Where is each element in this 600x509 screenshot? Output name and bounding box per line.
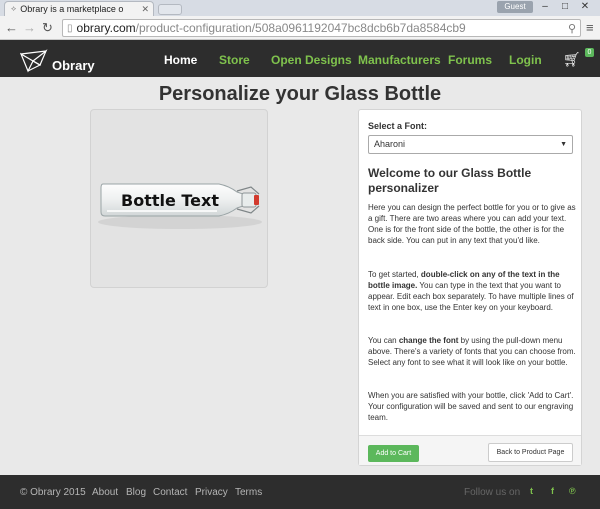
footer-blog[interactable]: Blog — [126, 487, 146, 498]
footer-contact[interactable]: Contact — [153, 487, 187, 498]
footer-privacy[interactable]: Privacy — [195, 487, 228, 498]
personalizer-panel: Select a Font: Aharoni ▼ Welcome to our … — [358, 109, 582, 466]
intro-paragraph: Here you can design the perfect bottle f… — [368, 203, 576, 245]
chevron-down-icon: ▼ — [560, 141, 567, 148]
footer-about[interactable]: About — [92, 487, 118, 498]
back-to-product-button[interactable]: Back to Product Page — [488, 443, 573, 462]
tab-close-icon[interactable]: ✕ — [141, 4, 149, 15]
p2-text: To get started, — [368, 270, 421, 279]
nav-forums[interactable]: Forums — [448, 53, 492, 67]
browser-tabstrip: ⟡ Obrary is a marketplace o ✕ Guest – □ … — [0, 0, 600, 16]
p3-text: You can — [368, 336, 399, 345]
checkout-paragraph: When you are satisfied with your bottle,… — [368, 391, 574, 422]
shopping-cart-icon[interactable]: 🛒︎ — [563, 51, 581, 68]
site-footer: © Obrary 2015 About Blog Contact Privacy… — [0, 475, 600, 509]
close-window-icon[interactable]: ✕ — [578, 1, 592, 13]
guest-profile-badge[interactable]: Guest — [497, 1, 533, 13]
nav-home[interactable]: Home — [164, 53, 197, 67]
site-logo[interactable]: Obrary — [20, 48, 95, 73]
address-bar[interactable]: ▯ obrary.com/product-configuration/508a0… — [62, 19, 581, 37]
page-info-icon[interactable]: ▯ — [67, 23, 73, 34]
nav-login[interactable]: Login — [509, 53, 542, 67]
nav-manufacturers[interactable]: Manufacturers — [358, 53, 441, 67]
page-title: Personalize your Glass Bottle — [158, 83, 442, 105]
browser-menu-icon[interactable]: ≡ — [586, 20, 594, 36]
bottle-preview: Bottle Text — [90, 109, 268, 288]
glass-bottle-image: Bottle Text — [98, 183, 262, 229]
maximize-icon[interactable]: □ — [558, 1, 572, 13]
panel-actions: Add to Cart Back to Product Page — [359, 435, 581, 465]
window-controls: – □ ✕ — [538, 1, 592, 13]
brand-name: Obrary — [52, 58, 95, 73]
search-icon[interactable]: ⚲ — [568, 22, 576, 35]
origami-bird-icon — [20, 48, 48, 72]
url-path: /product-configuration/508a0961192047bc8… — [135, 21, 466, 35]
back-arrow-icon[interactable]: ← — [5, 20, 18, 36]
font-paragraph: You can change the font by using the pul… — [368, 335, 576, 368]
page-favicon-icon: ⟡ — [11, 4, 17, 13]
font-select-value: Aharoni — [374, 139, 406, 149]
footer-terms[interactable]: Terms — [235, 487, 262, 498]
cart-count-badge: 0 — [585, 48, 594, 57]
forward-arrow-icon[interactable]: → — [23, 20, 36, 36]
new-tab-button[interactable] — [158, 4, 182, 15]
pinterest-icon[interactable]: ℗ — [569, 486, 576, 496]
tab-title: Obrary is a marketplace o — [20, 4, 124, 14]
browser-tab[interactable]: ⟡ Obrary is a marketplace o ✕ — [4, 1, 154, 16]
copyright: © Obrary 2015 — [20, 487, 86, 498]
facebook-icon[interactable]: f — [551, 486, 554, 496]
welcome-heading: Welcome to our Glass Bottle personalizer — [368, 166, 532, 195]
bottle-front-text[interactable]: Bottle Text — [121, 191, 219, 210]
twitter-icon[interactable]: t — [530, 486, 533, 496]
nav-store[interactable]: Store — [219, 53, 250, 67]
instructions-paragraph: To get started, double-click on any of t… — [368, 269, 576, 313]
follow-us-label: Follow us on — [464, 487, 521, 498]
p3-bold: change the font — [398, 336, 459, 345]
font-select-label: Select a Font: — [368, 121, 428, 131]
minimize-icon[interactable]: – — [538, 1, 552, 13]
font-select[interactable]: Aharoni ▼ — [368, 135, 573, 154]
site-navbar: Obrary Home Store Open Designs Manufactu… — [0, 40, 600, 77]
browser-toolbar: ← → ↻ ▯ obrary.com/product-configuration… — [0, 16, 600, 40]
url-host: obrary.com — [76, 21, 136, 35]
reload-icon[interactable]: ↻ — [42, 20, 53, 36]
nav-open-designs[interactable]: Open Designs — [271, 53, 352, 67]
add-to-cart-button[interactable]: Add to Cart — [368, 445, 419, 462]
